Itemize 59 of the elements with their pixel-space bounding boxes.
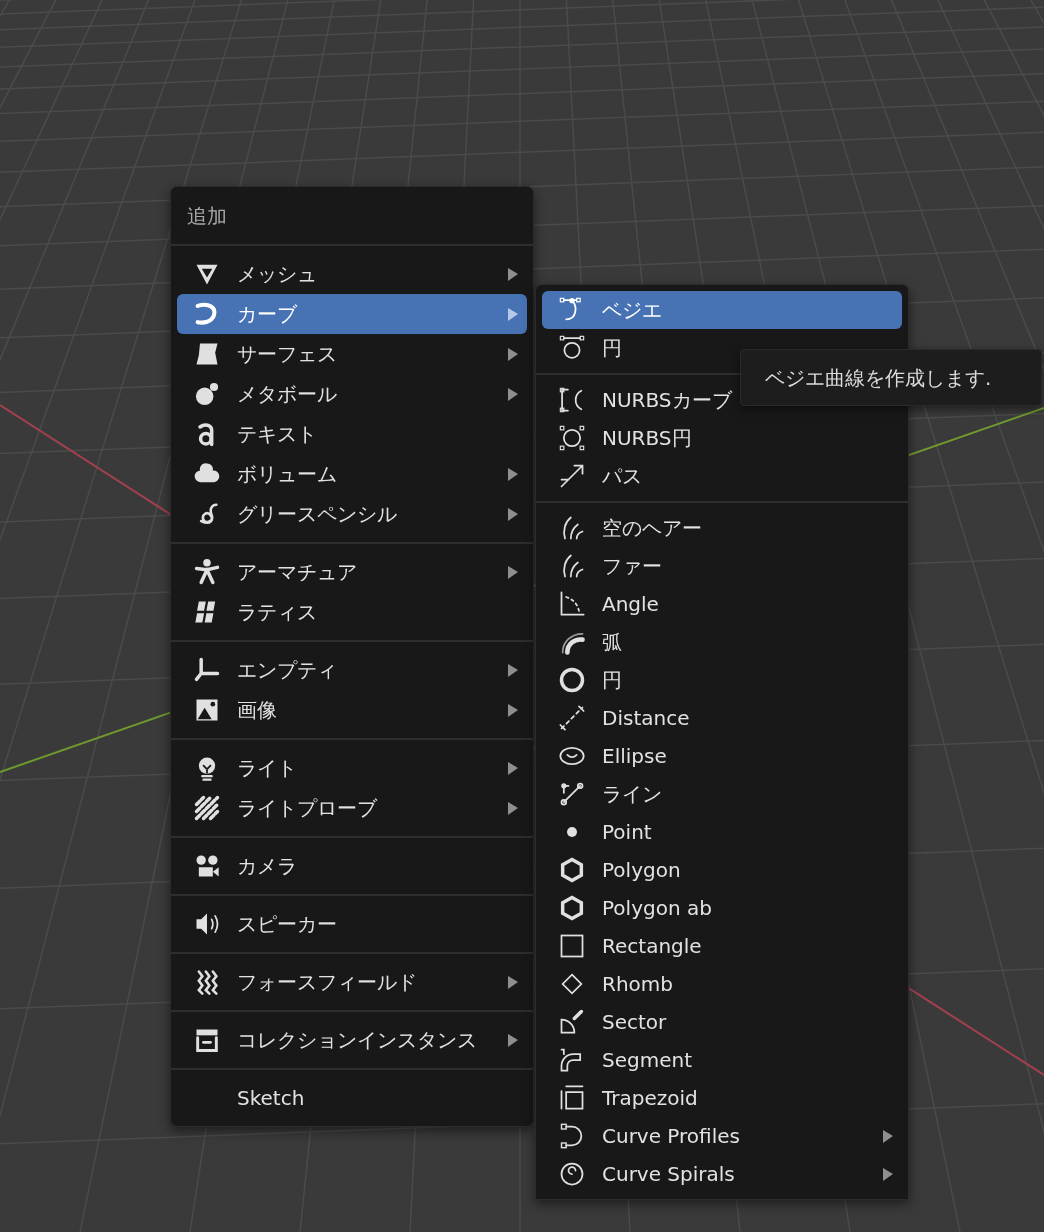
menu-item[interactable]: ファー bbox=[542, 547, 902, 585]
menu-item[interactable]: 空のヘアー bbox=[542, 509, 902, 547]
menu-item[interactable]: サーフェス bbox=[177, 334, 527, 374]
menu-item[interactable]: カーブ bbox=[177, 294, 527, 334]
menu-item[interactable]: Rectangle bbox=[542, 927, 902, 965]
menu-item[interactable]: アーマチュア bbox=[177, 552, 527, 592]
menu-item[interactable]: ベジエ bbox=[542, 291, 902, 329]
menu-item[interactable]: メッシュ bbox=[177, 254, 527, 294]
menu-item[interactable]: Curve Profiles bbox=[542, 1117, 902, 1155]
menu-item[interactable]: Point bbox=[542, 813, 902, 851]
menu-item[interactable]: ライト bbox=[177, 748, 527, 788]
figure-icon bbox=[193, 558, 221, 586]
stripes-icon bbox=[193, 794, 221, 822]
tooltip: ベジエ曲線を作成します. bbox=[740, 349, 1042, 406]
circle-icon bbox=[558, 666, 586, 694]
dashed-line-icon bbox=[558, 704, 586, 732]
sector-icon bbox=[558, 1008, 586, 1036]
menu-item[interactable]: ライトプローブ bbox=[177, 788, 527, 828]
menu-item[interactable]: カメラ bbox=[177, 846, 527, 886]
menu-item[interactable]: Sketch bbox=[177, 1078, 527, 1118]
point-icon bbox=[567, 827, 577, 837]
menu-item[interactable]: Segment bbox=[542, 1041, 902, 1079]
menu-item[interactable]: Ellipse bbox=[542, 737, 902, 775]
trapezoid-icon bbox=[558, 1084, 586, 1112]
menu-item[interactable]: ボリューム bbox=[177, 454, 527, 494]
menu-item[interactable]: Rhomb bbox=[542, 965, 902, 1003]
menu-item[interactable]: テキスト bbox=[177, 414, 527, 454]
menu-item[interactable]: Trapezoid bbox=[542, 1079, 902, 1117]
menu-item[interactable]: Polygon ab bbox=[542, 889, 902, 927]
blob-icon bbox=[193, 380, 221, 408]
menu-item[interactable]: Distance bbox=[542, 699, 902, 737]
circle-handles-icon bbox=[558, 334, 586, 362]
menu-item[interactable]: Polygon bbox=[542, 851, 902, 889]
angle-icon bbox=[558, 590, 586, 618]
path-arrow-icon bbox=[558, 462, 586, 490]
menu-item[interactable]: NURBS円 bbox=[542, 419, 902, 457]
menu-item[interactable]: Curve Spirals bbox=[542, 1155, 902, 1193]
menu-item[interactable]: グリースペンシル bbox=[177, 494, 527, 534]
nurbs-circle-icon bbox=[558, 424, 586, 452]
menu-title: 追加 bbox=[186, 203, 228, 230]
square-icon bbox=[558, 932, 586, 960]
menu-item[interactable]: Sector bbox=[542, 1003, 902, 1041]
menu-item[interactable]: スピーカー bbox=[177, 904, 527, 944]
menu-item[interactable]: フォースフィールド bbox=[177, 962, 527, 1002]
menu-item[interactable]: メタボール bbox=[177, 374, 527, 414]
menu-item[interactable]: ラティス bbox=[177, 592, 527, 632]
menu-item[interactable]: 弧 bbox=[542, 623, 902, 661]
menu-item[interactable]: エンプティ bbox=[177, 650, 527, 690]
hexagon-icon bbox=[558, 894, 586, 922]
menu-item[interactable]: ライン bbox=[542, 775, 902, 813]
menu-item[interactable]: パス bbox=[542, 457, 902, 495]
axes-icon bbox=[193, 656, 221, 684]
hexagon-icon bbox=[558, 856, 586, 884]
menu-item[interactable]: コレクションインスタンス bbox=[177, 1020, 527, 1060]
menu-item[interactable]: 円 bbox=[542, 661, 902, 699]
line-icon bbox=[558, 780, 586, 808]
menu-item[interactable]: 画像 bbox=[177, 690, 527, 730]
spiral-icon bbox=[558, 1160, 586, 1188]
menu-item[interactable]: Angle bbox=[542, 585, 902, 623]
